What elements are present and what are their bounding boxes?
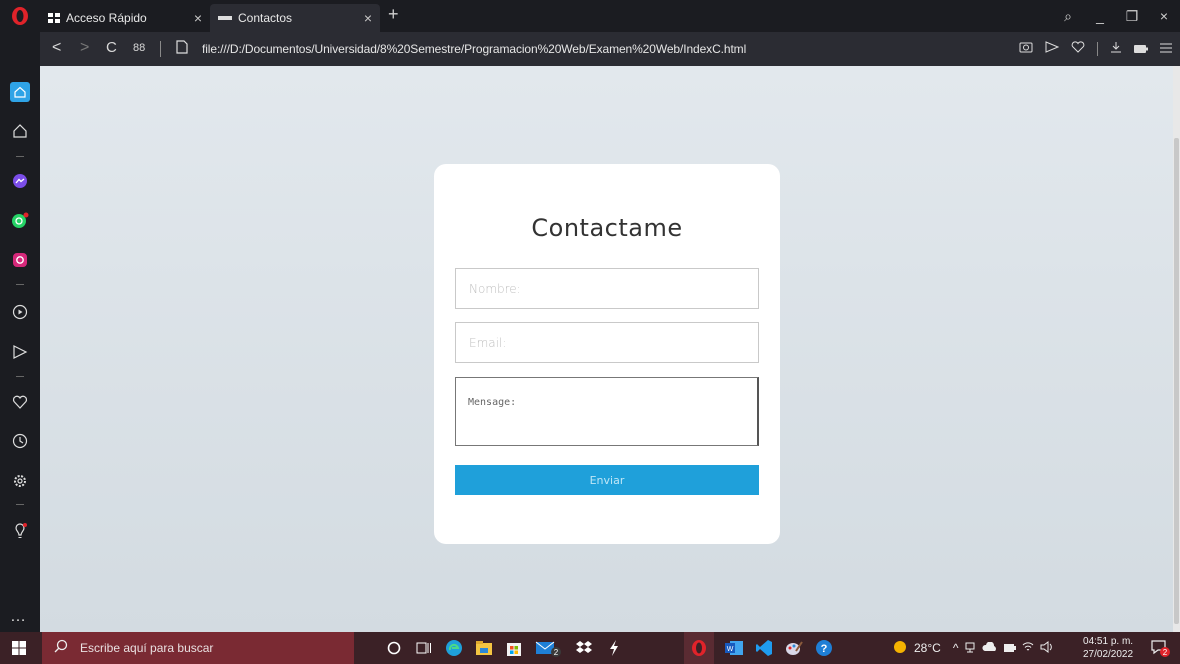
taskbar: Escribe aquí para buscar 2 W ? 28°C ^ 04…	[0, 632, 1180, 664]
file-explorer-icon[interactable]	[474, 638, 494, 658]
search-placeholder: Escribe aquí para buscar	[80, 641, 214, 655]
windows-start-icon[interactable]	[0, 632, 38, 664]
svg-text:?: ?	[821, 643, 828, 655]
svg-text:W: W	[727, 646, 734, 653]
heart-icon[interactable]	[1071, 40, 1085, 58]
tab-close-icon[interactable]: ×	[364, 10, 372, 26]
divider	[16, 504, 24, 505]
weather-temp[interactable]: 28°C	[914, 641, 941, 655]
bulb-icon[interactable]	[10, 521, 30, 541]
email-field[interactable]	[455, 322, 759, 363]
scrollbar-thumb[interactable]	[1174, 138, 1179, 624]
settings-icon[interactable]	[10, 471, 30, 491]
page-viewport: Contactame Enviar	[40, 66, 1173, 632]
network-icon[interactable]	[964, 641, 976, 656]
download-icon[interactable]	[1110, 40, 1122, 58]
notifications-icon[interactable]: 2	[1150, 638, 1170, 658]
messenger-icon[interactable]	[10, 171, 30, 191]
mail-icon[interactable]: 2	[534, 638, 564, 658]
clock-time: 04:51 p. m.	[1083, 636, 1134, 647]
enviar-button[interactable]: Enviar	[455, 465, 759, 495]
speed-dial-icon	[48, 13, 60, 23]
home-icon[interactable]	[10, 82, 30, 102]
tab-contactos[interactable]: Contactos ×	[210, 4, 380, 32]
tab-label: Contactos	[238, 11, 293, 25]
divider	[1097, 42, 1098, 56]
clock-date: 27/02/2022	[1083, 649, 1134, 660]
send-icon[interactable]	[10, 342, 30, 362]
close-button[interactable]: ×	[1148, 8, 1180, 24]
form-title: Contactame	[531, 214, 683, 242]
reload-button[interactable]: C	[106, 39, 117, 56]
sidebar: …	[0, 66, 40, 632]
new-tab-button[interactable]: +	[388, 4, 399, 25]
notifications-badge: 2	[1163, 648, 1168, 657]
contact-form: Contactame Enviar	[434, 164, 780, 544]
address-actions	[1019, 40, 1172, 58]
vscode-icon[interactable]	[754, 638, 774, 658]
divider	[160, 41, 161, 57]
forward-button[interactable]: >	[80, 39, 89, 57]
onedrive-icon[interactable]	[982, 641, 998, 655]
url-field[interactable]: file:///D:/Documentos/Universidad/8%20Se…	[202, 42, 746, 56]
divider	[16, 156, 24, 157]
send-icon[interactable]	[1045, 40, 1060, 58]
task-view-icon[interactable]	[414, 638, 434, 658]
taskbar-search-box[interactable]: Escribe aquí para buscar	[42, 632, 354, 664]
tab-close-icon[interactable]: ×	[194, 10, 202, 26]
divider	[16, 376, 24, 377]
easy-setup-icon[interactable]	[1160, 40, 1172, 58]
player-icon[interactable]	[10, 302, 30, 322]
battery-icon[interactable]	[1134, 40, 1148, 58]
history-icon[interactable]	[10, 431, 30, 451]
mail-badge: 2	[554, 648, 559, 657]
tab-label: Acceso Rápido	[66, 11, 147, 25]
nombre-field[interactable]	[455, 268, 759, 309]
instagram-icon[interactable]	[10, 250, 30, 270]
vertical-scrollbar[interactable]	[1173, 66, 1180, 632]
mensaje-field[interactable]	[455, 377, 759, 446]
volume-icon[interactable]	[1040, 640, 1054, 656]
word-icon[interactable]: W	[724, 638, 744, 658]
cortana-icon[interactable]	[384, 638, 404, 658]
speed-dial-star-icon[interactable]	[10, 121, 30, 141]
system-tray: 28°C ^	[892, 632, 1054, 664]
whatsapp-icon[interactable]	[10, 211, 30, 231]
tab-strip: Acceso Rápido × Contactos × + ⌕ _ ❐ ×	[0, 0, 1180, 32]
paint-icon[interactable]	[784, 638, 804, 658]
window-controls: ⌕ _ ❐ ×	[1052, 0, 1180, 32]
search-icon	[54, 639, 68, 658]
battery-icon[interactable]	[1004, 641, 1017, 655]
restore-button[interactable]: ❐	[1116, 8, 1148, 25]
minimize-button[interactable]: _	[1084, 8, 1116, 24]
dropbox-icon[interactable]	[574, 638, 594, 658]
chevron-up-icon[interactable]: ^	[953, 641, 959, 655]
heart-icon[interactable]	[10, 392, 30, 412]
edge-icon[interactable]	[444, 638, 464, 658]
divider	[16, 284, 24, 285]
tab-search-icon[interactable]: ⌕	[1052, 8, 1084, 25]
clock[interactable]: 04:51 p. m. 27/02/2022	[1083, 635, 1133, 661]
help-icon[interactable]: ?	[814, 638, 834, 658]
snapshot-icon[interactable]	[1019, 40, 1033, 58]
sidebar-more-button[interactable]: …	[10, 608, 27, 626]
page-icon	[218, 15, 232, 21]
file-icon	[176, 40, 188, 59]
wifi-icon[interactable]	[1022, 641, 1034, 656]
opera-taskbar-icon[interactable]	[684, 632, 714, 664]
bolt-app-icon[interactable]	[604, 638, 624, 658]
address-bar: < > C 88 file:///D:/Documentos/Universid…	[40, 32, 1180, 66]
speed-dial-button[interactable]: 88	[133, 42, 145, 54]
back-button[interactable]: <	[52, 39, 61, 57]
store-icon[interactable]	[504, 638, 524, 658]
tab-acceso-rapido[interactable]: Acceso Rápido ×	[40, 4, 210, 32]
opera-logo-icon[interactable]	[10, 6, 30, 26]
weather-icon[interactable]	[892, 639, 908, 658]
